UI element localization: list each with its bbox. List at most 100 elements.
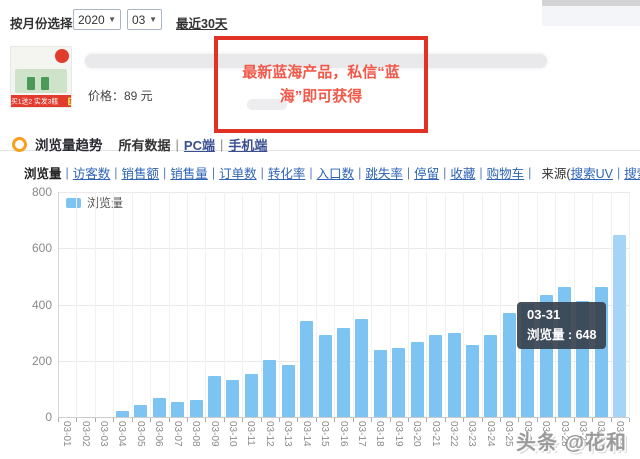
month-select-value: 03 (132, 13, 145, 27)
metric-conversion[interactable]: 转化率 (268, 163, 306, 182)
separator: | (176, 137, 179, 152)
chevron-down-icon: ▼ (108, 15, 116, 24)
metric-nav: 浏览量 | 访客数 | 销售额 | 销售量 | 订单数 | 转化率 | 入口数 … (24, 163, 640, 182)
year-select-value: 2020 (78, 13, 105, 27)
gridline-vertical (426, 192, 427, 417)
x-axis-tick (95, 418, 96, 422)
source-search-uv[interactable]: 搜索UV (571, 163, 613, 182)
gridline-vertical (482, 192, 483, 417)
x-axis-label-03-11: 03-11 (245, 421, 256, 446)
tooltip-date: 03-31 (527, 307, 596, 322)
metric-orders[interactable]: 订单数 (219, 163, 257, 182)
x-axis-label-03-25: 03-25 (503, 421, 514, 447)
metric-sales-amount[interactable]: 销售额 (122, 163, 160, 182)
x-axis-tick (408, 418, 409, 422)
metric-stay[interactable]: 停留 (414, 163, 439, 182)
metric-bounce[interactable]: 跳失率 (365, 163, 403, 182)
bar-03-12[interactable] (263, 360, 276, 417)
x-axis-tick (574, 418, 575, 422)
separator: | (407, 166, 410, 180)
bar-03-06[interactable] (153, 398, 166, 417)
source-search-sales[interactable]: 搜索销量 (624, 163, 640, 182)
bar-03-07[interactable] (171, 402, 184, 417)
x-axis-tick (611, 418, 612, 422)
bar-03-13[interactable] (282, 365, 295, 417)
x-axis-label-03-03: 03-03 (98, 421, 109, 447)
bar-03-10[interactable] (226, 380, 239, 417)
metric-visitors[interactable]: 访客数 (73, 163, 111, 182)
bar-03-22[interactable] (448, 333, 461, 417)
section-header: 浏览量趋势 所有数据 | PC端 | 手机端 (12, 134, 267, 154)
bar-03-24[interactable] (484, 335, 497, 417)
bar-03-18[interactable] (374, 350, 387, 417)
year-select[interactable]: 2020 ▼ (73, 9, 121, 30)
product-price: 价格：89 元 (88, 87, 153, 104)
x-axis-tick (58, 418, 59, 422)
y-axis-tick-label: 200 (16, 354, 52, 368)
separator: | (261, 166, 264, 180)
x-axis-tick (316, 418, 317, 422)
bar-03-09[interactable] (208, 376, 221, 417)
x-axis-label-03-16: 03-16 (338, 421, 349, 447)
bar-03-20[interactable] (411, 342, 424, 417)
x-axis-label-03-22: 03-22 (448, 421, 459, 447)
product-image-bottle (27, 77, 35, 90)
y-axis-tick-label: 600 (16, 241, 52, 255)
metric-cart[interactable]: 购物车 (487, 163, 525, 182)
bar-03-08[interactable] (190, 400, 203, 417)
x-axis-tick (482, 418, 483, 422)
product-thumbnail[interactable]: 买1送2 实发3瓶 13.3 (10, 46, 72, 108)
bar-03-31[interactable] (613, 235, 626, 417)
bar-03-19[interactable] (392, 348, 405, 417)
x-axis-tick (205, 418, 206, 422)
annotation-red-box: 最新蓝海产品，私信“蓝海”即可获得 (214, 36, 428, 133)
x-axis-label-03-20: 03-20 (411, 421, 422, 447)
month-select[interactable]: 03 ▼ (127, 9, 162, 30)
separator: | (212, 166, 215, 180)
gridline-vertical (408, 192, 409, 417)
metric-pageviews-selected[interactable]: 浏览量 (24, 163, 62, 182)
y-axis-tick-label: 400 (16, 298, 52, 312)
bar-03-23[interactable] (466, 345, 479, 417)
x-axis-label-03-12: 03-12 (264, 421, 275, 447)
separator: | (617, 166, 620, 180)
separator: | (479, 166, 482, 180)
y-axis-tick-label: 800 (16, 185, 52, 199)
x-axis-tick (334, 418, 335, 422)
bar-03-11[interactable] (245, 374, 258, 417)
x-axis-tick (518, 418, 519, 422)
recent-30-days-link[interactable]: 最近30天 (176, 13, 227, 32)
bar-03-14[interactable] (300, 321, 313, 417)
gridline-vertical (205, 192, 206, 417)
bar-03-25[interactable] (503, 313, 516, 417)
gridline-vertical (113, 192, 114, 417)
x-axis-label-03-21: 03-21 (430, 421, 441, 447)
gridline-vertical (371, 192, 372, 417)
gridline-vertical (261, 192, 262, 417)
tab-all-data[interactable]: 所有数据 (119, 135, 171, 154)
metric-entries[interactable]: 入口数 (317, 163, 355, 182)
tab-pc[interactable]: PC端 (184, 135, 215, 154)
bar-03-21[interactable] (429, 335, 442, 417)
gridline-vertical (316, 192, 317, 417)
tab-mobile[interactable]: 手机端 (228, 135, 267, 154)
separator: | (163, 166, 166, 180)
x-axis-tick (537, 418, 538, 422)
x-axis-label-03-01: 03-01 (61, 421, 72, 447)
separator: | (66, 166, 69, 180)
x-axis-tick (500, 418, 501, 422)
metric-sales-volume[interactable]: 销售量 (170, 163, 208, 182)
promo-strip: 买1送2 实发3瓶 13.3 (11, 95, 72, 107)
gridline-vertical (500, 192, 501, 417)
bar-03-05[interactable] (134, 405, 147, 417)
separator: | (114, 166, 117, 180)
bar-03-16[interactable] (337, 328, 350, 417)
metric-favorites[interactable]: 收藏 (450, 163, 475, 182)
legend-swatch (66, 198, 81, 208)
gridline-vertical (95, 192, 96, 417)
bar-03-17[interactable] (355, 319, 368, 417)
x-axis-label-03-07: 03-07 (172, 421, 183, 447)
bar-03-15[interactable] (319, 335, 332, 417)
x-axis-tick (150, 418, 151, 422)
product-corner-badge (55, 49, 69, 63)
